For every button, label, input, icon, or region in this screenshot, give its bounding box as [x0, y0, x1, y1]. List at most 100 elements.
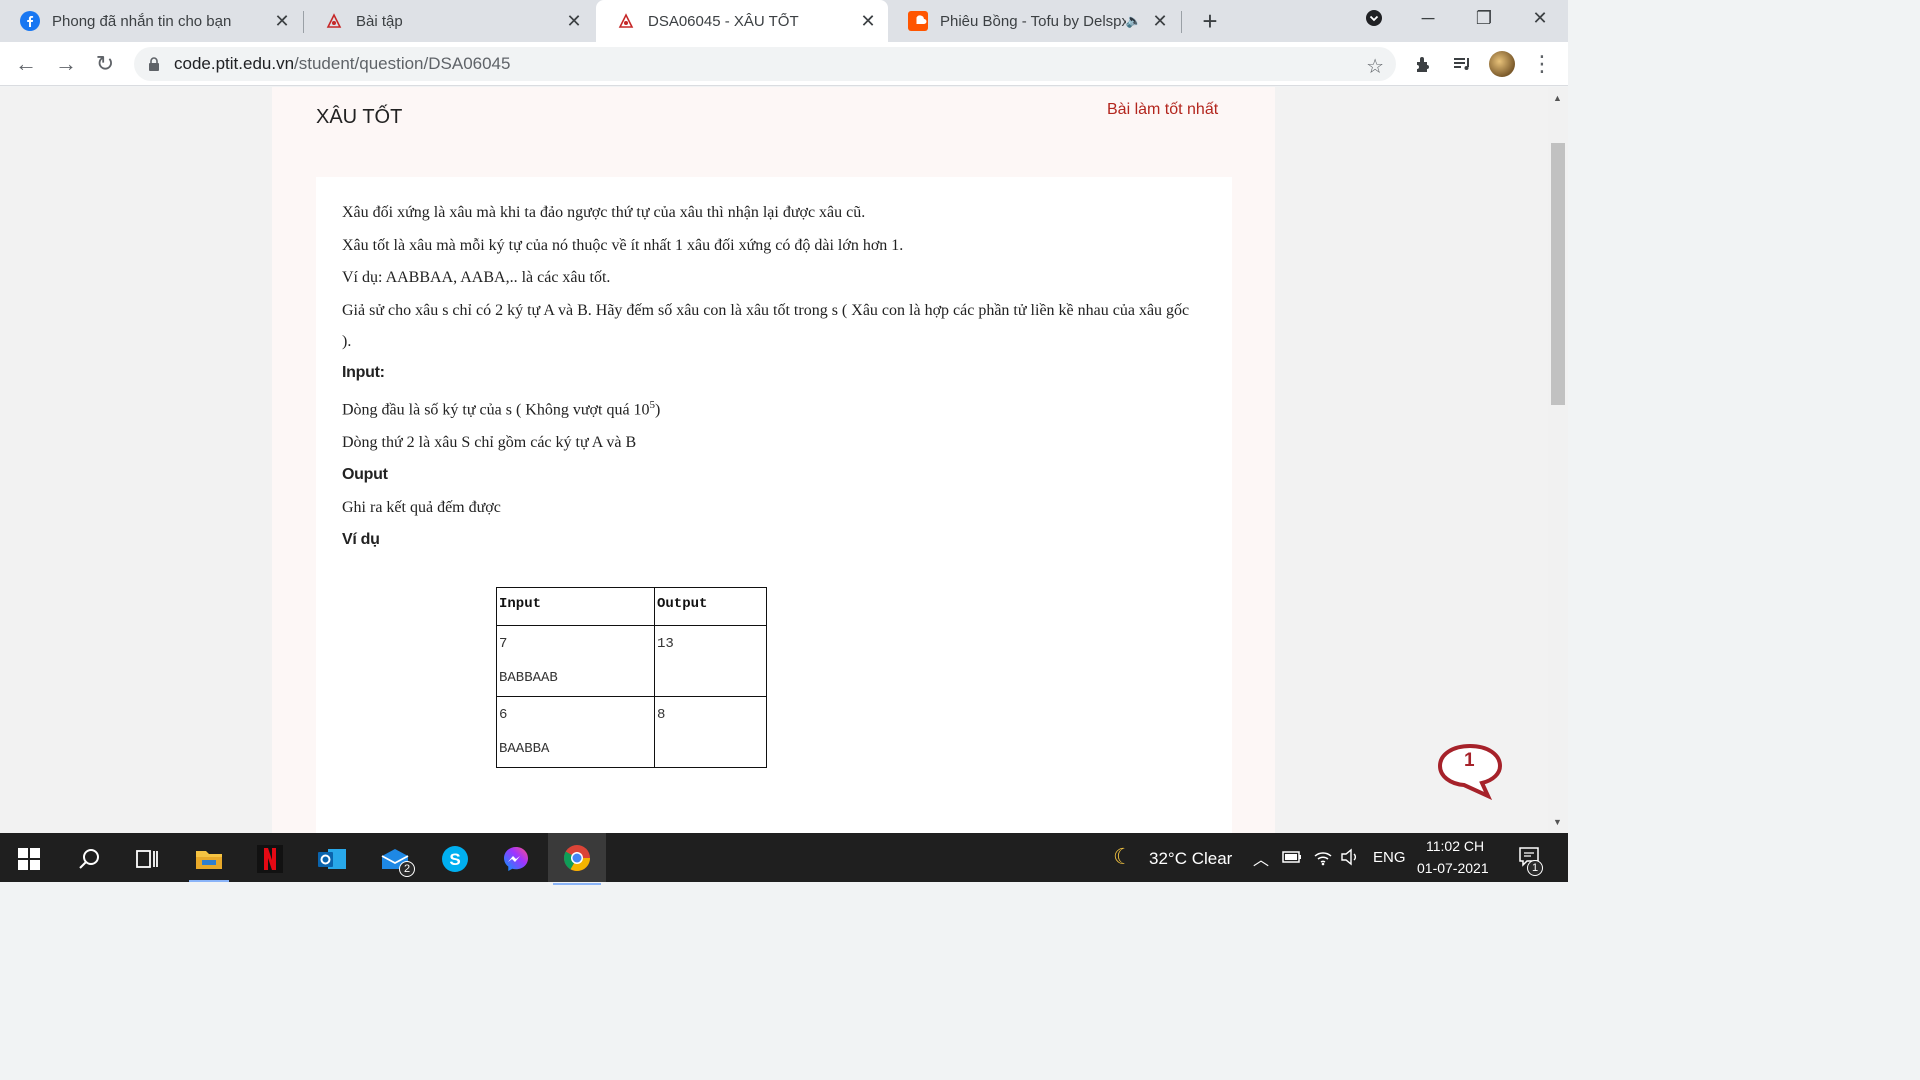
messenger-button[interactable] — [491, 839, 541, 879]
table-cell-output: 8 — [654, 696, 767, 768]
best-solution-link[interactable]: Bài làm tốt nhất — [1107, 101, 1218, 119]
url-host: code.ptit.edu.vn — [174, 54, 295, 73]
mail-button[interactable]: 2 — [370, 839, 420, 879]
weather-text[interactable]: 32°C Clear — [1149, 849, 1232, 869]
active-indicator — [189, 880, 229, 882]
mail-badge: 2 — [399, 861, 415, 877]
new-tab-button[interactable]: + — [1196, 6, 1224, 36]
statement-paragraph: Giả sử cho xâu s chỉ có 2 ký tự A và B. … — [342, 301, 1190, 350]
problem-statement: Xâu đối xứng là xâu mà khi ta đảo ngược … — [342, 197, 1202, 557]
browser-toolbar: ← → ↻ code.ptit.edu.vn/student/question/… — [0, 42, 1568, 86]
ptit-icon — [324, 11, 344, 31]
windows-taskbar: 2 S ☾ 32°C Clear ︿ ENG 11:02 CH 01-07-20… — [0, 833, 1568, 885]
output-heading: Ouput — [342, 466, 388, 484]
skype-button[interactable]: S — [430, 839, 480, 879]
task-view-icon — [136, 850, 158, 868]
search-icon — [79, 849, 99, 869]
start-button[interactable] — [4, 839, 54, 879]
chevron-down-icon — [1366, 10, 1382, 26]
folder-icon — [196, 851, 222, 869]
facebook-icon — [20, 11, 40, 31]
volume-icon[interactable] — [1340, 848, 1360, 871]
minimize-button[interactable]: ─ — [1402, 0, 1454, 36]
input-value: BAABBA — [499, 741, 550, 757]
language-indicator[interactable]: ENG — [1373, 849, 1406, 866]
clock-date[interactable]: 01-07-2021 — [1417, 860, 1489, 876]
statement-paragraph: Ví dụ: AABBAA, AABA,.. là các xâu tốt. — [342, 269, 611, 286]
input-line1-close: ) — [655, 401, 661, 419]
scroll-down-arrow[interactable]: ▼ — [1553, 817, 1562, 827]
close-icon[interactable]: ✕ — [1150, 11, 1170, 31]
page-title: XÂU TỐT — [316, 106, 403, 128]
back-button[interactable]: ← — [12, 50, 40, 78]
tab-title: Bài tập — [356, 12, 403, 30]
statement-paragraph: Xâu đối xứng là xâu mà khi ta đảo ngược … — [342, 204, 866, 221]
table-cell-input: 7 BABBAAB — [496, 625, 655, 697]
input-value: 6 — [499, 707, 508, 723]
tab-title: DSA06045 - XÂU TỐT — [648, 12, 799, 30]
task-view-button[interactable] — [122, 839, 172, 879]
windows-icon — [18, 848, 40, 870]
url-path: /student/question/DSA06045 — [294, 54, 511, 73]
tab-dsa06045[interactable]: DSA06045 - XÂU TỐT ✕ — [596, 0, 888, 42]
close-icon[interactable]: ✕ — [858, 11, 878, 31]
clock-time[interactable]: 11:02 CH — [1426, 838, 1484, 854]
chrome-icon — [563, 844, 591, 871]
close-icon[interactable]: ✕ — [564, 11, 584, 31]
input-value: 7 — [499, 636, 508, 652]
address-bar[interactable]: code.ptit.edu.vn/student/question/DSA060… — [134, 47, 1396, 81]
table-header-row: Input Output — [496, 587, 767, 626]
moon-icon: ☾ — [1113, 844, 1133, 869]
table-row: 6 BAABBA 8 — [496, 696, 767, 768]
tab-search-button[interactable] — [1348, 0, 1400, 36]
tab-strip: Phong đã nhắn tin cho bạn ✕ Bài tập ✕ DS… — [0, 0, 1568, 42]
input-description: Dòng thứ 2 là xâu S chỉ gồm các ký tự A … — [342, 433, 637, 451]
input-heading: Input: — [342, 363, 385, 381]
scrollbar[interactable]: ▲ ▼ — [1548, 87, 1568, 833]
reload-button[interactable]: ↻ — [91, 50, 119, 78]
search-button[interactable] — [64, 839, 114, 879]
messenger-icon — [504, 847, 528, 871]
svg-text:S: S — [449, 850, 460, 869]
bookmark-star-icon[interactable]: ☆ — [1366, 54, 1384, 79]
scroll-up-arrow[interactable]: ▲ — [1553, 93, 1562, 103]
notification-badge: 1 — [1527, 860, 1543, 876]
output-description: Ghi ra kết quả đếm được — [342, 498, 501, 516]
forward-button[interactable]: → — [52, 50, 80, 78]
tab-soundcloud[interactable]: Phiêu Bồng - Tofu by Delspx 🔈 ✕ — [888, 0, 1180, 42]
netflix-button[interactable] — [245, 839, 295, 879]
netflix-icon — [257, 845, 283, 873]
media-control-icon[interactable] — [1448, 50, 1476, 78]
tab-separator — [1181, 11, 1182, 33]
extensions-icon[interactable] — [1410, 50, 1438, 78]
input-value: BABBAAB — [499, 670, 558, 686]
scroll-thumb[interactable] — [1551, 143, 1565, 405]
output-value: 8 — [657, 707, 666, 723]
url-text: code.ptit.edu.vn/student/question/DSA060… — [174, 54, 510, 74]
skype-icon: S — [442, 846, 468, 872]
battery-icon[interactable] — [1282, 850, 1302, 869]
chat-bubble-button[interactable]: 1 — [1436, 742, 1504, 801]
chevron-up-icon[interactable]: ︿ — [1253, 846, 1269, 870]
outlook-button[interactable] — [307, 839, 357, 879]
wifi-icon[interactable] — [1313, 848, 1333, 871]
speaker-icon[interactable]: 🔈 — [1126, 13, 1142, 29]
menu-kebab-icon[interactable]: ⋮ — [1528, 50, 1556, 78]
chat-count: 1 — [1464, 750, 1475, 771]
input-description: Dòng đầu là số ký tự của s ( Không vượt … — [342, 389, 1202, 427]
profile-avatar[interactable] — [1489, 51, 1515, 77]
close-window-button[interactable]: ✕ — [1514, 0, 1566, 36]
table-cell-output: 13 — [654, 625, 767, 697]
table-cell-input: 6 BAABBA — [496, 696, 655, 768]
file-explorer-button[interactable] — [184, 839, 234, 882]
close-icon[interactable]: ✕ — [272, 11, 292, 31]
statement-paragraph: Xâu tốt là xâu mà mỗi ký tự của nó thuộc… — [342, 236, 904, 254]
tab-title: Phiêu Bồng - Tofu by Delspx — [940, 12, 1126, 30]
chrome-button[interactable] — [548, 833, 606, 885]
example-table: Input Output 7 BABBAAB 13 6 BAABBA 8 — [496, 587, 767, 768]
restore-button[interactable]: ❐ — [1458, 0, 1510, 36]
tab-bai-tap[interactable]: Bài tập ✕ — [304, 0, 594, 42]
output-value: 13 — [657, 636, 674, 652]
lock-icon[interactable] — [146, 56, 162, 72]
tab-facebook[interactable]: Phong đã nhắn tin cho bạn ✕ — [0, 0, 302, 42]
